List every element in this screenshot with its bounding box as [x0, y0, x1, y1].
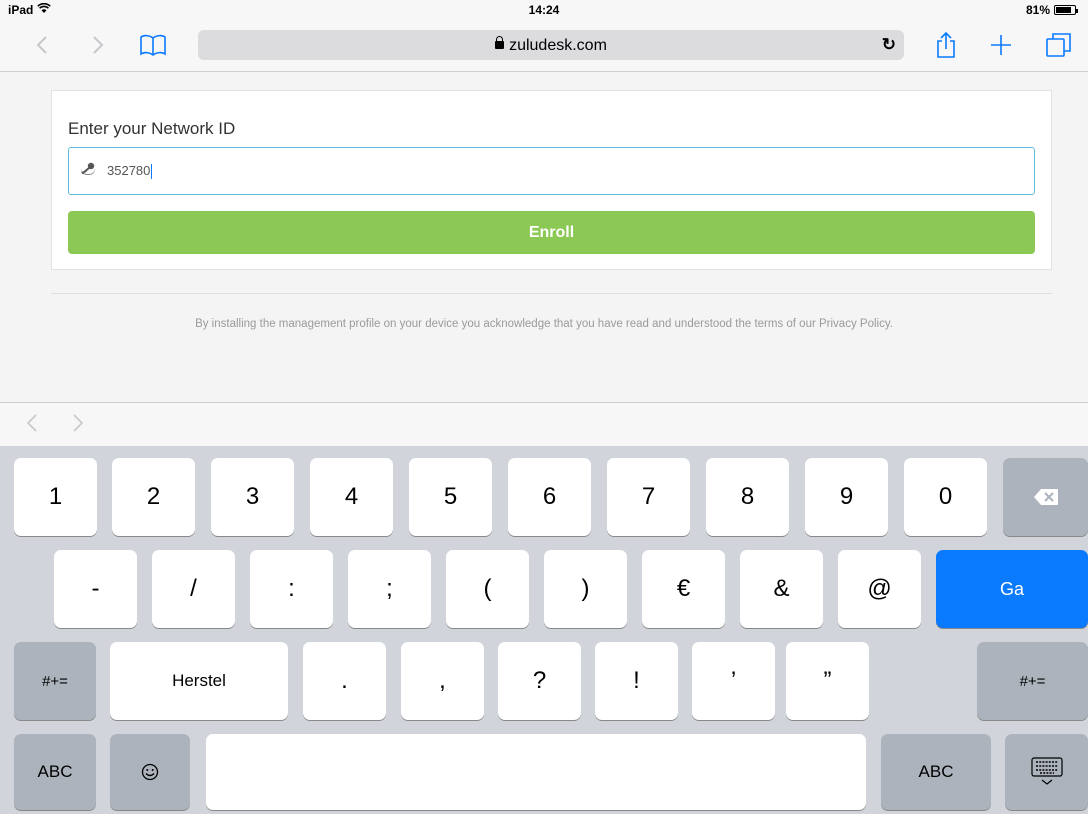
key-double-quote[interactable]: ”	[786, 642, 869, 720]
key-exclamation[interactable]: !	[595, 642, 678, 720]
network-id-input[interactable]: 352780	[68, 147, 1035, 195]
onscreen-keyboard: 1 2 3 4 5 6 7 8 9 0 - / : ; ( ) € & @ Ga…	[0, 446, 1088, 814]
key-4[interactable]: 4	[310, 458, 393, 536]
bookmarks-icon[interactable]	[138, 28, 168, 62]
key-open-paren[interactable]: (	[446, 550, 529, 628]
emoji-icon	[141, 763, 159, 781]
form-accessory-bar	[0, 402, 1088, 446]
status-bar: iPad 14:24 81%	[0, 0, 1088, 20]
key-5[interactable]: 5	[409, 458, 492, 536]
previous-field-icon[interactable]	[26, 413, 38, 438]
privacy-disclaimer: By installing the management profile on …	[195, 318, 893, 330]
battery-fill	[1056, 7, 1071, 13]
dismiss-keyboard-key[interactable]	[1005, 734, 1088, 810]
key-7[interactable]: 7	[607, 458, 690, 536]
key-close-paren[interactable]: )	[544, 550, 627, 628]
divider	[51, 293, 1052, 294]
key-question[interactable]: ?	[498, 642, 581, 720]
key-3[interactable]: 3	[211, 458, 294, 536]
new-tab-icon[interactable]	[986, 28, 1016, 62]
key-period[interactable]: .	[303, 642, 386, 720]
delete-key[interactable]	[1003, 458, 1088, 536]
reload-icon[interactable]: ↻	[882, 35, 896, 55]
key-slash[interactable]: /	[152, 550, 235, 628]
browser-toolbar: zuludesk.com ↻	[0, 20, 1088, 72]
abc-key-left[interactable]: ABC	[14, 734, 96, 810]
back-icon[interactable]	[30, 28, 54, 62]
forward-icon[interactable]	[86, 28, 110, 62]
key-6[interactable]: 6	[508, 458, 591, 536]
key-euro[interactable]: €	[642, 550, 725, 628]
battery-icon	[1054, 5, 1078, 15]
key-comma[interactable]: ,	[401, 642, 484, 720]
keyboard-dismiss-icon	[1030, 757, 1063, 785]
tabs-icon[interactable]	[1044, 28, 1074, 62]
space-key[interactable]	[206, 734, 866, 810]
card-heading: Enter your Network ID	[68, 119, 236, 138]
key-colon[interactable]: :	[250, 550, 333, 628]
share-icon[interactable]	[932, 28, 960, 62]
lock-icon	[495, 36, 505, 49]
web-content: Enter your Network ID 352780 Enroll By i…	[0, 72, 1088, 402]
abc-key-right[interactable]: ABC	[881, 734, 991, 810]
status-right: 81%	[1025, 3, 1078, 17]
network-id-value: 352780	[107, 163, 153, 180]
shift-symbols-key-right[interactable]: #+=	[977, 642, 1088, 720]
network-id-text: 352780	[107, 163, 151, 178]
emoji-key[interactable]	[110, 734, 190, 810]
key-1[interactable]: 1	[14, 458, 97, 536]
key-0[interactable]: 0	[904, 458, 987, 536]
key-semicolon[interactable]: ;	[348, 550, 431, 628]
enroll-button[interactable]: Enroll	[68, 211, 1035, 254]
key-9[interactable]: 9	[805, 458, 888, 536]
key-ampersand[interactable]: &	[740, 550, 823, 628]
key-icon	[81, 162, 95, 174]
key-hyphen[interactable]: -	[54, 550, 137, 628]
next-field-icon[interactable]	[72, 413, 84, 438]
shift-symbols-key-left[interactable]: #+=	[14, 642, 96, 720]
url-display: zuludesk.com	[198, 36, 904, 55]
key-at[interactable]: @	[838, 550, 921, 628]
key-apostrophe[interactable]: ’	[692, 642, 775, 720]
undo-key[interactable]: Herstel	[110, 642, 288, 720]
enroll-card: Enter your Network ID 352780 Enroll	[51, 90, 1052, 270]
key-2[interactable]: 2	[112, 458, 195, 536]
key-8[interactable]: 8	[706, 458, 789, 536]
url-text: zuludesk.com	[509, 37, 607, 54]
backspace-icon	[1033, 489, 1058, 505]
go-key[interactable]: Ga	[936, 550, 1088, 628]
text-caret	[151, 164, 153, 180]
address-bar[interactable]: zuludesk.com ↻	[198, 30, 904, 60]
status-time: 14:24	[528, 3, 560, 17]
battery-percent: 81%	[1025, 3, 1050, 17]
